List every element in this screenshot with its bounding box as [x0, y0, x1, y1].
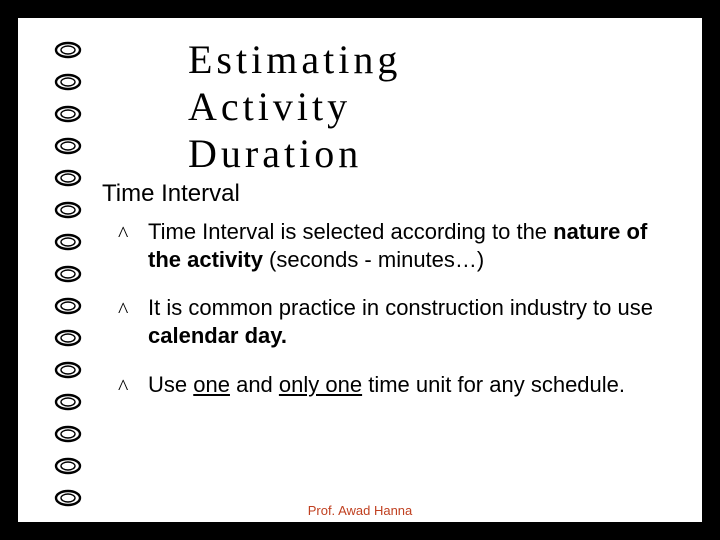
spiral-ring-icon: [54, 72, 82, 92]
bullet-mark-icon: ^: [118, 373, 128, 401]
bullet-item: ^ Use one and only one time unit for any…: [118, 371, 662, 399]
spiral-ring-icon: [54, 136, 82, 156]
bullet-list: ^ Time Interval is selected according to…: [118, 218, 662, 419]
section-label: Time Interval: [102, 180, 240, 208]
spiral-ring-icon: [54, 456, 82, 476]
bullet-item: ^ It is common practice in construction …: [118, 294, 662, 350]
spiral-ring-icon: [54, 360, 82, 380]
slide-title: Estimating Activity Duration: [188, 36, 672, 178]
bullet-mark-icon: ^: [118, 220, 128, 248]
bullet-item: ^ Time Interval is selected according to…: [118, 218, 662, 274]
footer-text: Prof. Awad Hanna: [18, 503, 702, 518]
spiral-ring-icon: [54, 200, 82, 220]
spiral-ring-icon: [54, 232, 82, 252]
slide: Estimating Activity Duration Time Interv…: [0, 0, 720, 540]
title-line-3: Duration: [188, 130, 672, 177]
spiral-binding: [54, 40, 84, 508]
spiral-ring-icon: [54, 40, 82, 60]
spiral-ring-icon: [54, 296, 82, 316]
slide-inner: Estimating Activity Duration Time Interv…: [18, 18, 702, 522]
spiral-ring-icon: [54, 264, 82, 284]
spiral-ring-icon: [54, 104, 82, 124]
spiral-ring-icon: [54, 168, 82, 188]
spiral-ring-icon: [54, 328, 82, 348]
bullet-text: Use one and only one time unit for any s…: [148, 372, 625, 397]
title-line-1: Estimating: [188, 36, 672, 83]
bullet-mark-icon: ^: [118, 296, 128, 324]
bullet-text: Time Interval is selected according to t…: [148, 219, 647, 272]
spiral-ring-icon: [54, 424, 82, 444]
bullet-text: It is common practice in construction in…: [148, 295, 653, 348]
spiral-ring-icon: [54, 392, 82, 412]
title-line-2: Activity: [188, 83, 672, 130]
